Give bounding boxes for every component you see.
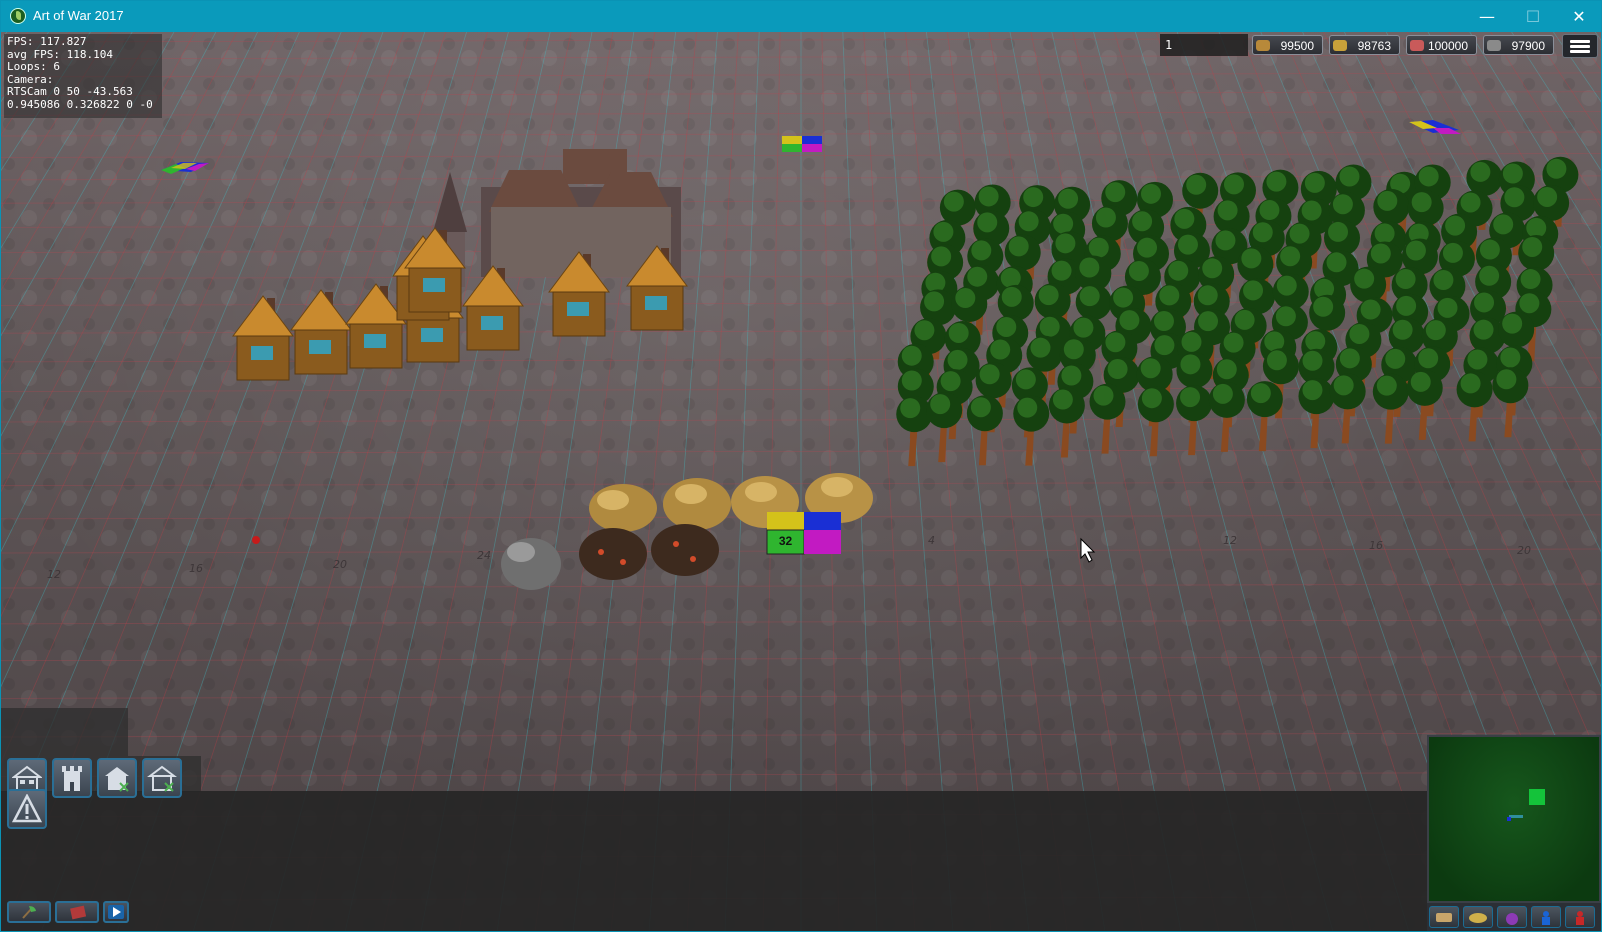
title-bar[interactable]: Art of War 2017 — ☐ ✕ — [1, 1, 1601, 32]
minimap-toolbar — [1427, 903, 1601, 931]
warning-icon — [12, 794, 42, 823]
tree — [926, 392, 963, 463]
minimap[interactable] — [1427, 735, 1601, 903]
tree — [1329, 373, 1366, 444]
minimap-blue-unit-button[interactable] — [1531, 906, 1561, 928]
house — [232, 295, 294, 381]
resource-value: 98763 — [1357, 39, 1391, 53]
resource-food: 100000 — [1406, 35, 1477, 55]
resource-stone: 97900 — [1483, 35, 1554, 55]
tree — [1208, 381, 1245, 452]
tree — [1298, 378, 1335, 449]
maximize-button[interactable]: ☐ — [1510, 1, 1556, 32]
resource-wood: 99500 — [1252, 35, 1323, 55]
minimap-red-unit-button[interactable] — [1565, 906, 1595, 928]
debug-line: Loops: 6 — [7, 60, 60, 74]
minimap-player-marker — [1529, 789, 1545, 805]
info-panel — [1, 708, 128, 756]
player-markers — [161, 120, 1461, 174]
debug-overlay: FPS: 117.827 avg FPS: 118.104 Loops: 6 Came… — [4, 34, 162, 118]
debug-line: 0.945086 0.326822 0 -0 — [7, 97, 153, 111]
resource-value: 97900 — [1511, 39, 1545, 53]
minimize-button[interactable]: — — [1464, 1, 1510, 32]
red-unit-icon — [1576, 911, 1584, 925]
meat-icon — [1410, 40, 1424, 51]
gold-icon — [1469, 913, 1487, 923]
main-menu-button[interactable] — [1562, 34, 1598, 58]
play-icon — [108, 905, 124, 919]
resource-value: 100000 — [1427, 39, 1468, 53]
build-barracks-button[interactable] — [142, 758, 182, 798]
tree — [1372, 373, 1409, 444]
house — [290, 289, 352, 375]
window-title: Art of War 2017 — [33, 8, 124, 23]
gather-button[interactable] — [7, 901, 51, 923]
stone-icon — [1487, 40, 1501, 51]
farm-icon — [105, 767, 129, 792]
mouse-cursor-icon — [1080, 537, 1096, 563]
minimap-unit-marker — [1507, 817, 1511, 821]
axe-icon — [22, 906, 36, 919]
game-viewport[interactable]: 12 16 20 24 4 12 16 20 32 FPS: 117.827 a… — [1, 32, 1601, 931]
forest — [896, 156, 1579, 467]
build-farm-button[interactable] — [97, 758, 137, 798]
potion-icon — [1506, 913, 1518, 925]
build-tower-button[interactable] — [52, 758, 92, 798]
minimap-scroll-button[interactable] — [1429, 906, 1459, 928]
blue-unit-icon — [1542, 911, 1550, 925]
tree — [1176, 385, 1213, 456]
minimap-unit-marker — [1509, 815, 1523, 818]
close-button[interactable]: ✕ — [1556, 1, 1601, 32]
gold-icon — [1333, 40, 1347, 51]
book-icon — [70, 905, 87, 920]
debug-line: FPS: 117.827 — [7, 35, 87, 48]
turn-counter: 1 — [1160, 34, 1248, 56]
app-logo-icon — [10, 8, 26, 24]
house — [462, 265, 524, 351]
tree — [966, 395, 1003, 466]
warning-button[interactable] — [7, 789, 47, 829]
tower-icon — [62, 766, 82, 791]
play-button[interactable] — [103, 901, 129, 923]
tree — [1137, 386, 1174, 457]
resource-gold: 98763 — [1329, 35, 1400, 55]
tree — [1406, 369, 1443, 440]
tree — [1492, 367, 1529, 438]
minimap-gold-button[interactable] — [1463, 906, 1493, 928]
minimap-potion-button[interactable] — [1497, 906, 1527, 928]
selected-tile-label: 32 — [778, 534, 793, 548]
command-panel — [1, 791, 1427, 931]
tree — [1048, 387, 1085, 458]
scroll-icon — [1436, 913, 1452, 922]
barracks-icon — [147, 765, 177, 792]
resource-value: 99500 — [1280, 39, 1314, 53]
wood-icon — [1256, 40, 1270, 51]
tree — [1456, 371, 1493, 442]
tree — [1013, 395, 1050, 466]
book-button[interactable] — [55, 901, 99, 923]
game-window: Art of War 2017 — ☐ ✕ 12 16 20 24 4 12 1… — [0, 0, 1602, 932]
